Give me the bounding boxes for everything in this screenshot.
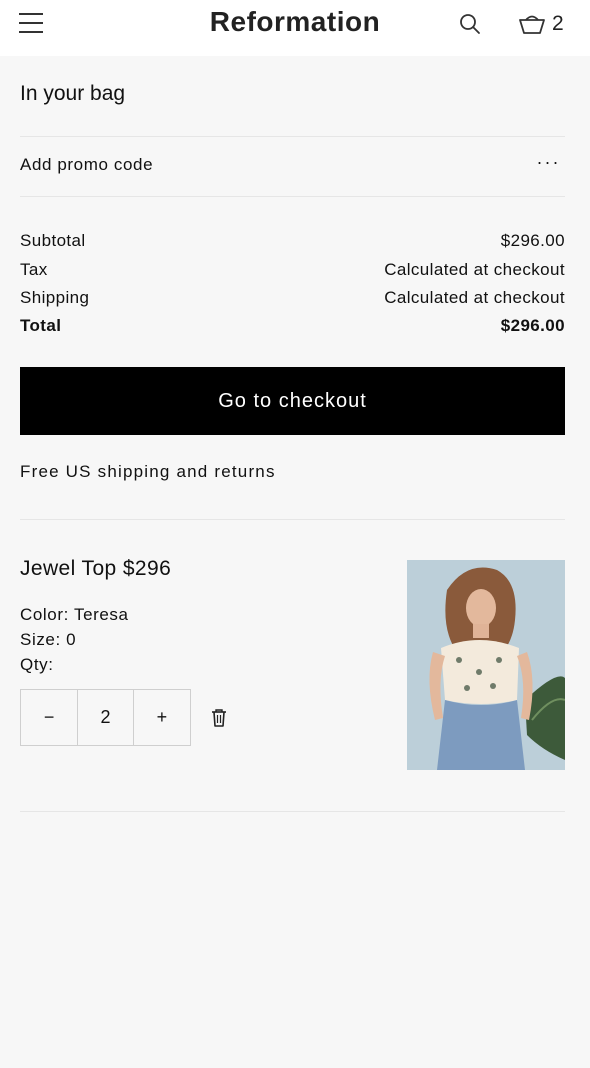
increment-button[interactable]: + xyxy=(134,690,190,745)
basket-icon xyxy=(519,15,545,34)
product-size: Size: 0 xyxy=(20,630,77,649)
promo-code-row[interactable]: Add promo code ... xyxy=(20,138,565,196)
shipping-row: Shipping Calculated at checkout xyxy=(20,288,565,312)
quantity-value[interactable]: 2 xyxy=(77,690,134,745)
tax-row: Tax Calculated at checkout xyxy=(20,260,565,284)
search-icon[interactable] xyxy=(458,12,482,36)
product-name-price[interactable]: Jewel Top $296 xyxy=(20,557,171,581)
quantity-stepper: − 2 + xyxy=(20,689,191,746)
tax-label: Tax xyxy=(20,260,48,279)
divider xyxy=(20,519,565,520)
total-label: Total xyxy=(20,316,62,335)
page-title: In your bag xyxy=(20,82,126,105)
product-color: Color: Teresa xyxy=(20,605,129,624)
total-value: $296.00 xyxy=(500,316,565,335)
brand-logo[interactable]: Reformation xyxy=(0,6,590,38)
bag-button[interactable]: 2 xyxy=(518,10,574,38)
subtotal-label: Subtotal xyxy=(20,231,86,250)
divider xyxy=(20,136,565,137)
shipping-label: Shipping xyxy=(20,288,90,307)
total-row: Total $296.00 xyxy=(20,316,565,340)
divider xyxy=(20,811,565,812)
qty-label: Qty: xyxy=(20,655,54,674)
checkout-button[interactable]: Go to checkout xyxy=(20,367,565,435)
promo-label: Add promo code xyxy=(20,155,154,174)
subtotal-row: Subtotal $296.00 xyxy=(20,231,565,255)
more-icon[interactable]: ... xyxy=(537,148,561,169)
top-header: Reformation 2 xyxy=(0,0,590,56)
divider xyxy=(20,196,565,197)
product-image[interactable] xyxy=(407,560,565,770)
decrement-button[interactable]: − xyxy=(21,690,77,745)
free-shipping-note: Free US shipping and returns xyxy=(20,462,276,481)
subtotal-value: $296.00 xyxy=(500,231,565,250)
trash-icon[interactable] xyxy=(210,708,228,728)
bag-count: 2 xyxy=(552,12,564,35)
tax-value: Calculated at checkout xyxy=(384,260,565,279)
shipping-value: Calculated at checkout xyxy=(384,288,565,307)
